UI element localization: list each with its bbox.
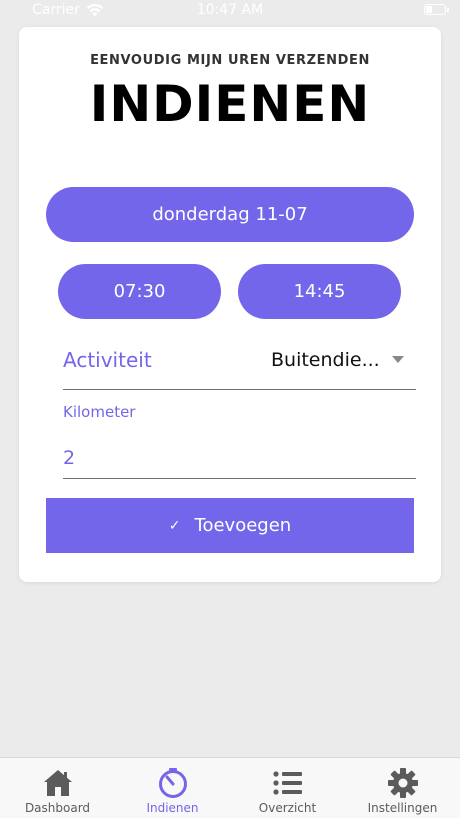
- home-icon: [41, 767, 75, 799]
- tab-instellingen[interactable]: Instellingen: [345, 758, 460, 818]
- clock: 10:47 AM: [196, 2, 264, 18]
- timer-icon: [156, 767, 190, 799]
- add-button-label: Toevoegen: [194, 515, 292, 536]
- page-title: INDIENEN: [89, 75, 371, 133]
- submit-hours-card: EENVOUDIG MIJN UREN VERZENDEN INDIENEN d…: [19, 27, 441, 582]
- add-button[interactable]: ✓ Toevoegen: [46, 498, 414, 553]
- activity-select[interactable]: Activiteit Buitendie...: [63, 342, 416, 390]
- tab-label: Instellingen: [367, 801, 438, 815]
- start-time-button[interactable]: 07:30: [58, 264, 221, 319]
- activity-label: Activiteit: [63, 348, 152, 372]
- tab-label: Indienen: [146, 801, 199, 815]
- checkmark-icon: ✓: [168, 517, 181, 534]
- tab-dashboard[interactable]: Dashboard: [0, 758, 115, 818]
- tab-indienen[interactable]: Indienen: [115, 758, 230, 818]
- tab-overzicht[interactable]: Overzicht: [230, 758, 345, 818]
- end-time-button[interactable]: 14:45: [238, 264, 401, 319]
- tab-bar: Dashboard Indienen Overzicht Instellinge…: [0, 757, 460, 818]
- kilometer-input[interactable]: [63, 437, 416, 479]
- list-icon: [271, 767, 305, 799]
- date-picker-button[interactable]: donderdag 11-07: [46, 187, 414, 242]
- gear-icon: [386, 767, 420, 799]
- tab-label: Overzicht: [258, 801, 317, 815]
- battery-icon: [424, 4, 449, 15]
- activity-value: Buitendie...: [271, 349, 380, 371]
- status-bar: Carrier 10:47 AM: [0, 0, 460, 22]
- tab-label: Dashboard: [24, 801, 91, 815]
- kilometer-label: Kilometer: [63, 403, 136, 421]
- page-subtitle: EENVOUDIG MIJN UREN VERZENDEN: [90, 53, 370, 68]
- dropdown-arrow-icon: [392, 356, 404, 363]
